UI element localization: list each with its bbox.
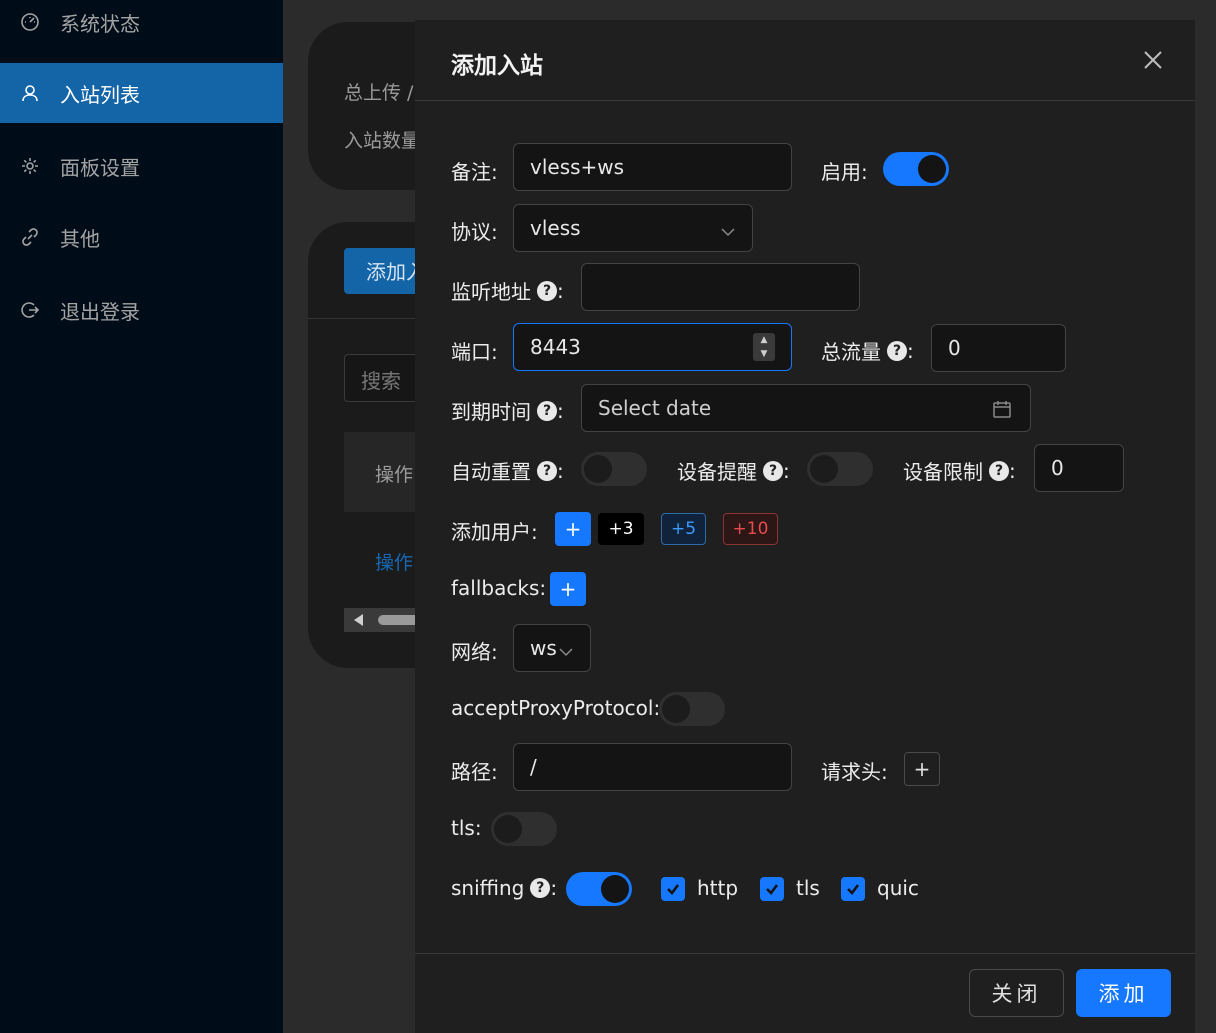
remark-value: vless+ws <box>530 155 625 179</box>
sidebar-item-system-status[interactable]: 系统状态 <box>0 0 283 52</box>
sniff-http-label: http <box>697 876 739 900</box>
header-divider <box>415 100 1195 101</box>
sidebar-item-label: 其他 <box>60 226 100 251</box>
add-3-users-button[interactable]: +3 <box>598 513 644 545</box>
expiry-date-picker[interactable]: Select date <box>581 384 1031 432</box>
footer-divider <box>415 953 1195 954</box>
modal-title: 添加入站 <box>451 53 543 79</box>
close-icon[interactable] <box>1141 48 1165 72</box>
sniff-http-checkbox[interactable] <box>661 877 685 901</box>
path-label: 路径: <box>451 760 498 784</box>
add-fallback-button[interactable]: + <box>550 572 586 606</box>
logout-icon <box>20 300 40 320</box>
sniffing-label: sniffing?: <box>451 876 558 900</box>
listen-address-label: 监听地址?: <box>451 278 564 305</box>
chevron-down-icon <box>720 221 736 237</box>
scroll-left-icon[interactable] <box>354 614 363 626</box>
help-icon[interactable]: ? <box>537 280 557 301</box>
device-limit-input[interactable]: 0 <box>1034 444 1124 492</box>
calendar-icon <box>992 399 1012 419</box>
network-select[interactable]: ws <box>513 624 591 672</box>
user-icon <box>20 83 40 103</box>
add-button[interactable]: 添加 <box>1076 969 1171 1017</box>
listen-address-input[interactable] <box>581 263 860 311</box>
expiry-placeholder: Select date <box>598 396 712 420</box>
sidebar-item-logout[interactable]: 退出登录 <box>0 280 283 340</box>
chevron-down-icon <box>558 641 574 657</box>
request-header-label: 请求头: <box>821 760 888 784</box>
card-divider <box>308 318 428 319</box>
device-limit-label: 设备限制?: <box>903 458 1016 485</box>
protocol-label: 协议: <box>451 220 498 244</box>
sniff-quic-checkbox[interactable] <box>841 877 865 901</box>
add-5-users-button[interactable]: +5 <box>661 513 706 545</box>
device-alert-label: 设备提醒?: <box>677 458 790 485</box>
sidebar-item-panel-settings[interactable]: 面板设置 <box>0 136 283 196</box>
add-user-button[interactable]: + <box>555 512 591 546</box>
sniffing-toggle[interactable] <box>566 872 632 906</box>
sniff-tls-label: tls <box>796 876 820 900</box>
add-user-label: 添加用户: <box>451 520 538 544</box>
network-label: 网络: <box>451 640 498 664</box>
help-icon[interactable]: ? <box>530 878 551 898</box>
add-inbound-modal: 添加入站 备注: vless+ws 启用: 协议: vless 监听地址?: 端… <box>415 20 1195 1033</box>
sidebar-item-label: 系统状态 <box>60 11 140 36</box>
path-input[interactable]: / <box>513 743 792 791</box>
sidebar-item-other[interactable]: 其他 <box>0 207 283 267</box>
tls-toggle[interactable] <box>491 812 557 846</box>
accept-proxy-protocol-toggle[interactable] <box>659 692 725 726</box>
close-button[interactable]: 关闭 <box>969 969 1064 1017</box>
dashboard-icon <box>20 12 40 32</box>
total-traffic-input[interactable]: 0 <box>931 324 1066 372</box>
operation-link[interactable]: 操作 <box>375 548 413 575</box>
sidebar: 系统状态 入站列表 面板设置 其他 退出登录 <box>0 0 283 1033</box>
protocol-select[interactable]: vless <box>513 204 753 252</box>
gear-icon <box>20 156 40 176</box>
help-icon[interactable]: ? <box>763 460 783 481</box>
auto-reset-toggle[interactable] <box>581 452 647 486</box>
network-value: ws <box>530 636 557 660</box>
remark-label: 备注: <box>451 160 498 184</box>
fallbacks-label: fallbacks: <box>451 576 547 600</box>
port-value: 8443 <box>530 335 581 359</box>
total-traffic-value: 0 <box>948 336 961 360</box>
sidebar-item-label: 退出登录 <box>60 299 140 324</box>
protocol-value: vless <box>530 216 581 240</box>
accept-proxy-protocol-label: acceptProxyProtocol: <box>451 696 661 720</box>
sidebar-item-inbound-list[interactable]: 入站列表 <box>0 63 283 123</box>
help-icon[interactable]: ? <box>537 400 557 421</box>
port-label: 端口: <box>451 340 498 364</box>
sniff-quic-label: quic <box>877 876 919 900</box>
column-header-operation: 操作 <box>375 464 414 486</box>
enable-label: 启用: <box>821 160 868 184</box>
link-icon <box>20 227 40 247</box>
sidebar-item-label: 入站列表 <box>60 82 140 107</box>
sniff-tls-checkbox[interactable] <box>760 877 784 901</box>
help-icon[interactable]: ? <box>537 460 557 481</box>
upload-label: 总上传 / <box>344 82 414 104</box>
port-stepper[interactable]: ▲ ▼ <box>753 333 775 361</box>
add-request-header-button[interactable]: + <box>904 752 940 786</box>
sidebar-item-label: 面板设置 <box>60 155 140 180</box>
device-alert-toggle[interactable] <box>807 452 873 486</box>
help-icon[interactable]: ? <box>989 460 1009 481</box>
tls-label: tls: <box>451 816 482 840</box>
path-value: / <box>530 755 537 779</box>
auto-reset-label: 自动重置?: <box>451 458 564 485</box>
port-input[interactable]: 8443 ▲ ▼ <box>513 323 792 371</box>
total-traffic-label: 总流量?: <box>821 338 914 365</box>
enable-toggle[interactable] <box>883 152 949 186</box>
expiry-label: 到期时间?: <box>451 398 564 425</box>
help-icon[interactable]: ? <box>887 340 907 361</box>
device-limit-value: 0 <box>1051 456 1064 480</box>
add-10-users-button[interactable]: +10 <box>723 513 778 545</box>
remark-input[interactable]: vless+ws <box>513 143 792 191</box>
inbound-count-label: 入站数量 <box>344 130 421 152</box>
